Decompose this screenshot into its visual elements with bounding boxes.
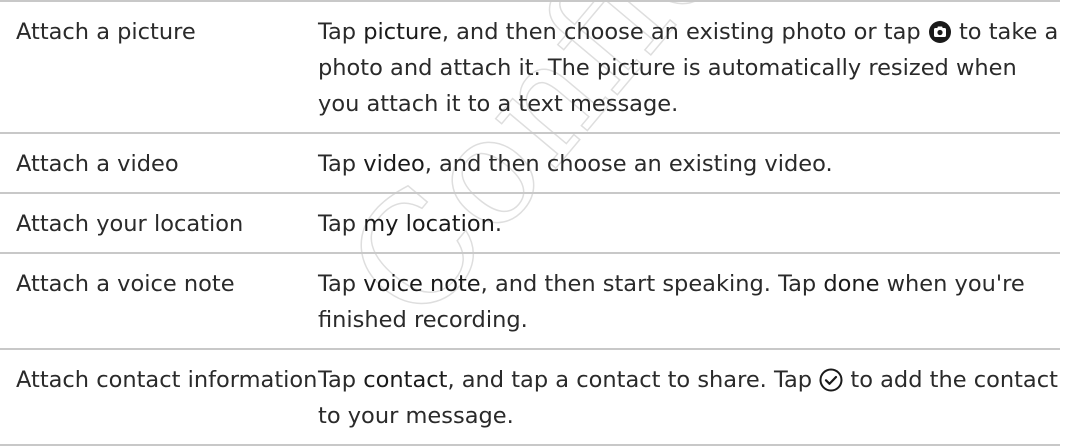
- row-description: Tap voice note, and then start speaking.…: [318, 252, 1060, 349]
- keyword: contact: [363, 367, 448, 393]
- row-label: Attach contact information: [0, 348, 318, 446]
- row-description: Tap video, and then choose an existing v…: [318, 132, 1060, 193]
- table-row: Attach contact information Tap contact, …: [0, 348, 1060, 446]
- keyword: video: [363, 151, 425, 177]
- row-label: Attach a picture: [0, 0, 318, 133]
- row-description: Tap my location.: [318, 192, 1060, 253]
- keyword: my location: [363, 211, 495, 237]
- camera-icon: [928, 21, 951, 43]
- row-description: Tap contact, and tap a contact to share.…: [318, 348, 1060, 446]
- table-row: Attach your location Tap my location.: [0, 192, 1060, 253]
- row-description: Tap picture, and then choose an existing…: [318, 0, 1060, 133]
- keyword: picture: [363, 19, 442, 45]
- table-row: Attach a video Tap video, and then choos…: [0, 132, 1060, 193]
- row-label: Attach your location: [0, 192, 318, 253]
- keyword: voice note: [363, 271, 481, 297]
- table-row: Attach a picture Tap picture, and then c…: [0, 0, 1060, 133]
- check-circle-icon: [819, 368, 843, 392]
- row-label: Attach a video: [0, 132, 318, 193]
- row-label: Attach a voice note: [0, 252, 318, 349]
- keyword: done: [823, 271, 880, 297]
- table-row: Attach a voice note Tap voice note, and …: [0, 252, 1060, 349]
- attachment-options-table: Attach a picture Tap picture, and then c…: [0, 0, 1060, 446]
